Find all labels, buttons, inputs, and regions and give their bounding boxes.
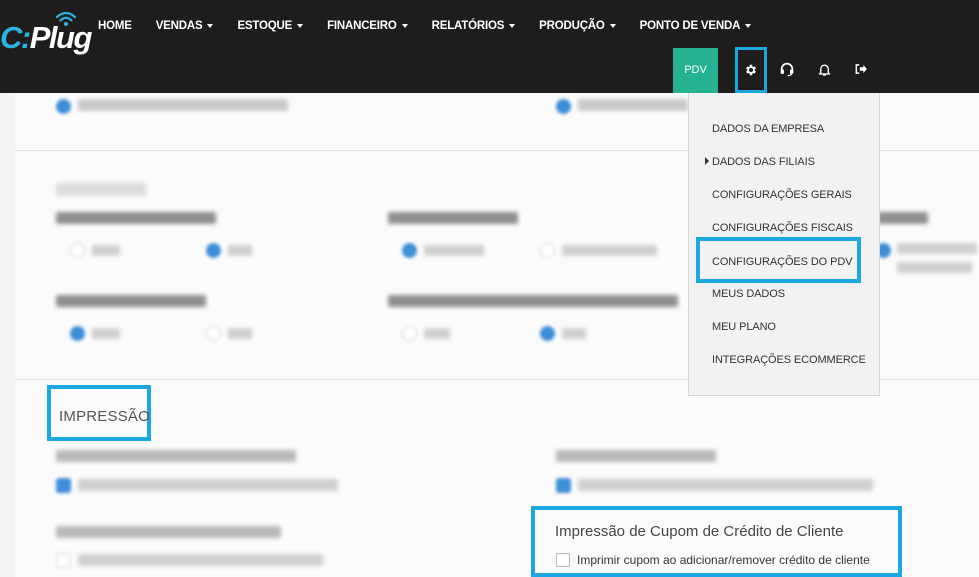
credit-coupon-title: Impressão de Cupom de Crédito de Cliente: [555, 523, 844, 540]
menu-item-meus-dados[interactable]: MEUS DADOS: [712, 288, 785, 300]
caret-down-icon: [609, 24, 616, 28]
nav-label: FINANCEIRO: [327, 20, 397, 32]
blurred-label: [388, 295, 678, 307]
blurred-text: [578, 99, 688, 111]
nav-label: PONTO DE VENDA: [639, 20, 741, 32]
blurred-label: [56, 295, 206, 307]
blurred-text: [228, 328, 252, 339]
blurred-label: [556, 450, 716, 462]
blurred-radio: [556, 99, 571, 114]
nav-estoque[interactable]: ESTOQUE: [225, 18, 315, 34]
nav-label: ESTOQUE: [237, 20, 293, 32]
headset-icon: [780, 62, 794, 77]
blurred-text: [78, 554, 323, 566]
nav-label: HOME: [98, 20, 132, 32]
menu-item-label: DADOS DAS FILIAIS: [712, 156, 815, 168]
blurred-text: [92, 245, 120, 256]
main-nav: HOME VENDAS ESTOQUE FINANCEIRO RELATÓRIO…: [86, 18, 763, 34]
caret-down-icon: [297, 24, 304, 28]
support-button[interactable]: [772, 54, 802, 84]
blurred-label: [56, 212, 216, 224]
blurred-text: [92, 328, 120, 339]
blurred-section-title: [56, 183, 146, 196]
menu-item-label: MEU PLANO: [712, 321, 776, 333]
impressao-section-title: IMPRESSÃO: [59, 408, 150, 425]
nav-home[interactable]: HOME: [86, 18, 144, 34]
blurred-text: [424, 328, 450, 339]
logo-text: C:Plug: [0, 20, 92, 55]
menu-item-config-fiscais[interactable]: CONFIGURAÇÕES FISCAIS: [712, 222, 853, 234]
menu-item-label: MEUS DADOS: [712, 288, 785, 300]
blurred-label: [56, 450, 296, 462]
menu-item-label: CONFIGURAÇÕES FISCAIS: [712, 222, 853, 234]
nav-financeiro[interactable]: FINANCEIRO: [315, 18, 420, 34]
blurred-label: [878, 212, 928, 224]
credit-coupon-checkbox[interactable]: [556, 553, 570, 567]
credit-coupon-label[interactable]: Imprimir cupom ao adicionar/remover créd…: [577, 553, 870, 567]
settings-button[interactable]: [735, 47, 767, 93]
blurred-text: [228, 245, 252, 256]
menu-item-label: DADOS DA EMPRESA: [712, 123, 825, 135]
blurred-radio: [206, 326, 221, 341]
logout-button[interactable]: [846, 54, 876, 84]
blurred-radio: [206, 243, 221, 258]
logout-icon: [855, 64, 867, 74]
blurred-label: [56, 526, 281, 538]
menu-item-meu-plano[interactable]: MEU PLANO: [712, 321, 776, 333]
blurred-text: [78, 479, 338, 491]
menu-item-label: CONFIGURAÇÕES GERAIS: [712, 189, 852, 201]
caret-down-icon: [207, 24, 214, 28]
blurred-radio: [402, 326, 417, 341]
credit-coupon-highlight: Impressão de Cupom de Crédito de Cliente…: [531, 506, 902, 577]
gear-icon: [746, 64, 756, 76]
bell-icon: [818, 63, 830, 76]
blurred-radio: [70, 326, 85, 341]
blurred-radio: [70, 243, 85, 258]
blurred-radio: [56, 99, 71, 114]
menu-item-config-gerais[interactable]: CONFIGURAÇÕES GERAIS: [712, 189, 852, 201]
caret-down-icon: [745, 24, 752, 28]
nav-relatorios[interactable]: RELATÓRIOS: [420, 18, 528, 34]
menu-item-dados-filiais[interactable]: DADOS DAS FILIAIS: [705, 156, 815, 168]
pdv-button[interactable]: PDV: [673, 48, 718, 93]
menu-item-config-pdv[interactable]: CONFIGURAÇÕES DO PDV: [696, 237, 861, 283]
nav-label: VENDAS: [155, 20, 203, 32]
nav-producao[interactable]: PRODUÇÃO: [527, 18, 628, 34]
nav-ponto-de-venda[interactable]: PONTO DE VENDA: [628, 18, 764, 34]
blurred-checkbox: [56, 553, 71, 568]
blurred-radio: [540, 326, 555, 341]
blurred-radio: [540, 243, 555, 258]
nav-label: PRODUÇÃO: [539, 20, 605, 32]
blurred-text: [562, 245, 657, 256]
nav-vendas[interactable]: VENDAS: [144, 18, 226, 34]
notifications-button[interactable]: [809, 54, 839, 84]
blurred-text: [897, 243, 977, 254]
menu-item-label: INTEGRAÇÕES ECOMMERCE: [712, 354, 866, 366]
cplug-logo[interactable]: C:Plug: [0, 8, 92, 55]
blurred-text: [897, 262, 972, 273]
nav-label: RELATÓRIOS: [431, 20, 505, 32]
blurred-radio: [402, 243, 417, 258]
menu-item-dados-empresa[interactable]: DADOS DA EMPRESA: [712, 123, 824, 135]
impressao-section-highlight: IMPRESSÃO: [47, 385, 151, 441]
blurred-text: [424, 245, 484, 256]
menu-item-label: CONFIGURAÇÕES DO PDV: [712, 256, 853, 268]
blurred-checkbox: [56, 478, 71, 493]
blurred-text: [562, 328, 586, 339]
submenu-arrow-icon: [705, 157, 709, 165]
blurred-text: [578, 479, 873, 491]
blurred-text: [78, 99, 288, 111]
menu-item-integracoes-ecommerce[interactable]: INTEGRAÇÕES ECOMMERCE: [712, 354, 866, 366]
blurred-label: [388, 212, 518, 224]
blurred-checkbox: [556, 478, 571, 493]
caret-down-icon: [401, 24, 408, 28]
top-navbar: C:Plug HOME VENDAS ESTOQUE FINANCEIRO RE…: [0, 0, 979, 93]
caret-down-icon: [509, 24, 516, 28]
